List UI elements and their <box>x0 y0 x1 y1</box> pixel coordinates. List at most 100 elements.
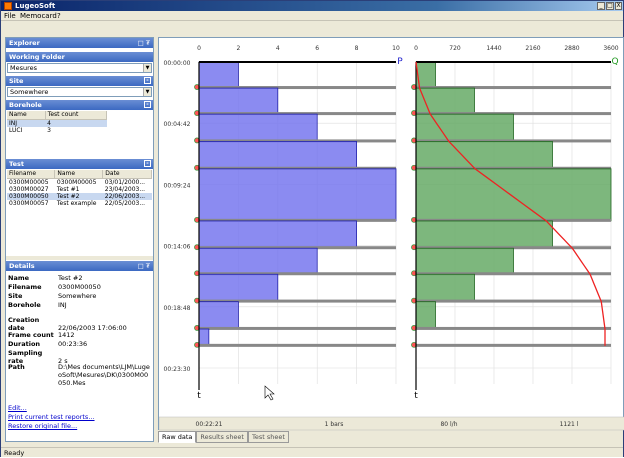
detail-field: Borehole INJ <box>8 301 67 309</box>
bar-step <box>198 113 318 142</box>
test-table: Filename Name Date 0300M00005 0300M00005 03/… <box>7 170 152 207</box>
step-separator <box>416 299 611 303</box>
edit-link[interactable]: Edit... <box>8 404 27 412</box>
detail-key: Creation date <box>8 316 40 332</box>
menu-file[interactable]: File <box>4 11 16 21</box>
bar-step <box>198 168 397 222</box>
detail-field: Creation date 22/06/2003 17:06:00 <box>8 316 127 332</box>
col-test-count[interactable]: Test count <box>45 111 108 120</box>
pin-icon[interactable]: □ ₮ <box>138 38 150 48</box>
borehole-title: Borehole <box>9 101 42 109</box>
detail-value: 00:23:36 <box>58 340 88 348</box>
cell: Test #1 <box>56 185 80 193</box>
cell: 0300M00057 <box>9 199 49 207</box>
bar-step <box>415 168 612 222</box>
cell: 22/06/2003... <box>102 192 152 200</box>
detail-field: Filename 0300M00050 <box>8 283 101 291</box>
details-title: Details <box>9 262 35 270</box>
chevron-down-icon[interactable]: ▼ <box>143 64 151 72</box>
x-tick-label: 2 <box>236 45 240 52</box>
bar-step <box>415 247 514 275</box>
cell: 22/05/2003... <box>104 199 146 207</box>
detail-field: Name Test #2 <box>8 274 82 282</box>
col-name[interactable]: Name <box>54 170 104 179</box>
bar-step <box>415 301 436 330</box>
cell: 23/04/2003... <box>104 185 146 193</box>
col-date[interactable]: Date <box>102 170 152 179</box>
explorer-pane: Explorer □ ₮ Working Folder Mesures ▼ Sit… <box>5 37 154 442</box>
readout-pressure: 1 bars <box>325 421 344 428</box>
detail-value: D:\Mes documents\LJM\LugeoSoft\Mesures\D… <box>58 363 150 387</box>
tab-test-sheet[interactable]: Test sheet <box>247 431 289 443</box>
print-reports-link[interactable]: Print current test reports... <box>8 413 95 421</box>
cell: 4 <box>45 119 107 127</box>
series-label: P <box>397 57 403 67</box>
detail-key: Duration <box>8 340 41 348</box>
detail-key: Filename <box>8 283 42 291</box>
x-tick-label: 3600 <box>603 45 618 52</box>
app-logo-icon <box>4 2 12 10</box>
collapse-icon[interactable]: - <box>144 160 151 167</box>
explorer-title: Explorer <box>9 39 40 47</box>
table-row[interactable]: 0300M00027 Test #1 23/04/2003... <box>7 186 152 193</box>
window-title: LugeoSoft <box>15 2 56 10</box>
maximize-button[interactable]: □ <box>606 2 614 10</box>
x-tick-label: 8 <box>355 45 359 52</box>
step-separator <box>416 343 611 347</box>
bar-step <box>415 273 475 302</box>
cell: 3 <box>47 126 51 134</box>
bar-step <box>198 61 239 89</box>
detail-key: Frame count <box>8 331 54 339</box>
cursor-icon <box>264 385 275 401</box>
step-separator <box>199 326 396 330</box>
status-bar: Ready <box>1 447 623 457</box>
col-name[interactable]: Name <box>7 111 46 120</box>
menu-bar: File Memocard ? <box>1 11 623 21</box>
working-folder-title: Working Folder <box>9 53 65 61</box>
borehole-header: Borehole - <box>6 100 153 110</box>
bar-step <box>198 328 210 347</box>
x-tick-label: 10 <box>392 45 400 52</box>
menu-help[interactable]: ? <box>57 11 61 21</box>
collapse-icon[interactable]: - <box>144 77 151 84</box>
site-header: Site - <box>6 76 153 86</box>
cell: 0300M00050 <box>7 192 55 200</box>
bar-step <box>415 220 553 249</box>
site-select[interactable]: Somewhere ▼ <box>7 87 152 97</box>
cell: Test #2 <box>54 192 103 200</box>
collapse-icon[interactable]: - <box>144 101 151 108</box>
table-row[interactable]: 0300M00050 Test #2 22/06/2003... <box>7 192 152 200</box>
minimize-button[interactable]: _ <box>597 2 605 10</box>
detail-field: Path D:\Mes documents\LJM\LugeoSoft\Mesur… <box>8 363 150 387</box>
site-title: Site <box>9 77 24 85</box>
borehole-table: Name Test count INJ 4 LUCI 3 <box>7 111 108 134</box>
tab-results-sheet[interactable]: Results sheet <box>196 431 248 443</box>
bar-step <box>198 220 358 249</box>
working-folder-select[interactable]: Mesures ▼ <box>7 63 152 73</box>
time-tick-label: 00:23:30 <box>164 366 191 373</box>
chart-area[interactable]: 0 2 4 6 8 10 Pt 0 720 1440 2160 2880 3600 Qt 00:00:00 0… <box>158 37 624 431</box>
restore-file-link[interactable]: Restore original file... <box>8 422 77 430</box>
menu-memocard[interactable]: Memocard <box>20 11 57 21</box>
pin-icon[interactable]: □ ₮ <box>138 261 150 271</box>
close-button[interactable]: X <box>615 2 622 10</box>
x-tick-label: 720 <box>449 45 461 52</box>
bar-step <box>198 87 279 115</box>
details-header: Details □ ₮ <box>6 261 153 271</box>
table-row[interactable]: LUCI 3 <box>7 127 107 134</box>
detail-value: Test #2 <box>58 274 83 282</box>
time-tick-label: 00:09:24 <box>164 182 191 189</box>
tab-raw-data[interactable]: Raw data <box>158 431 197 443</box>
col-filename[interactable]: Filename <box>7 170 56 179</box>
x-tick-label: 2160 <box>525 45 540 52</box>
detail-value: INJ <box>58 301 67 309</box>
test-header: Test - <box>6 159 153 169</box>
table-row[interactable]: 0300M00005 0300M00005 03/01/2000... <box>7 178 152 186</box>
detail-value: 0300M00050 <box>58 283 101 291</box>
site-value: Somewhere <box>10 88 49 96</box>
table-row[interactable]: 0300M00057 Test example 22/05/2003... <box>7 200 152 207</box>
chart-svg[interactable]: 0 2 4 6 8 10 Pt 0 720 1440 2160 2880 3600 Qt 00:00:00 0… <box>158 38 624 431</box>
table-row[interactable]: INJ 4 <box>7 119 107 127</box>
chevron-down-icon[interactable]: ▼ <box>143 88 151 96</box>
splitter[interactable] <box>6 256 153 260</box>
